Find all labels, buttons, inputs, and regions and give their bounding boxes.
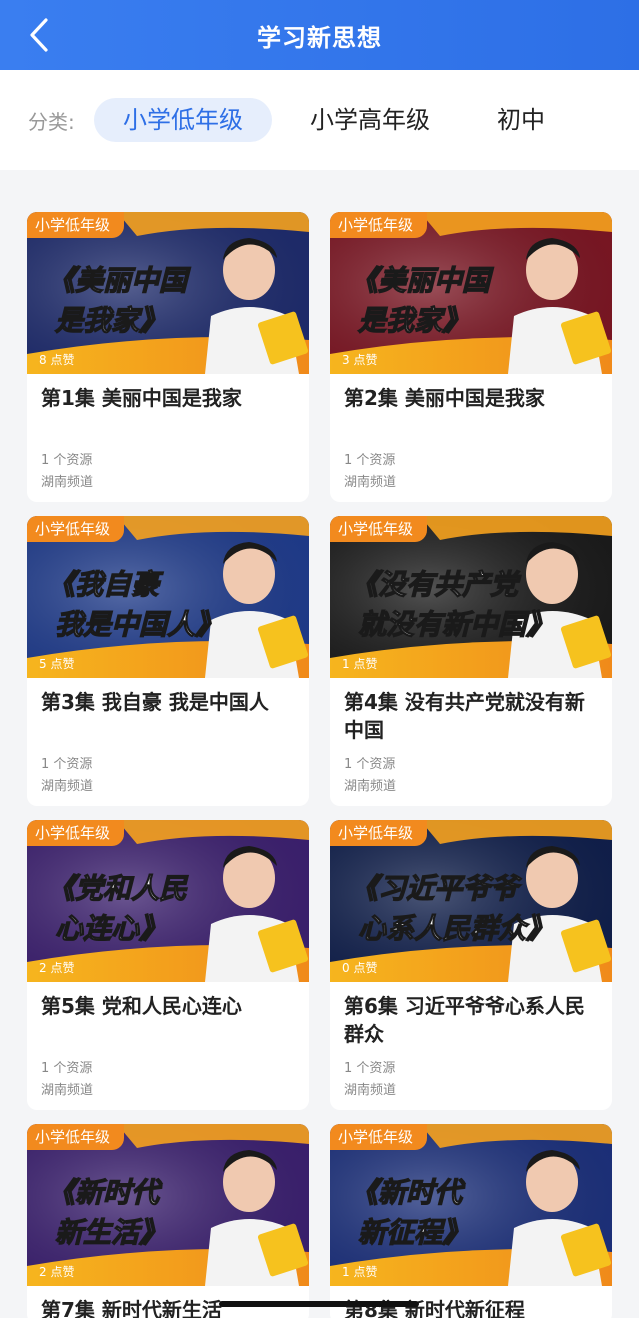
category-label: 分类: bbox=[28, 110, 75, 134]
svg-text:新征程》: 新征程》 bbox=[358, 1217, 470, 1248]
resource-count: 1 个资源 bbox=[41, 1061, 93, 1076]
svg-text:心连心》: 心连心》 bbox=[55, 913, 167, 944]
category-tag: 小学低年级 bbox=[330, 820, 428, 846]
svg-text:心系人民群众》: 心系人民群众》 bbox=[358, 913, 554, 944]
svg-text:《新时代: 《新时代 bbox=[350, 1177, 466, 1208]
resource-count: 1 个资源 bbox=[344, 757, 396, 772]
top-bar: 学习新思想 bbox=[0, 0, 639, 70]
like-count: 2 点赞 bbox=[39, 961, 75, 975]
svg-text:新生活》: 新生活》 bbox=[55, 1217, 167, 1248]
svg-text:《党和人民: 《党和人民 bbox=[47, 873, 189, 904]
svg-text:《我自豪: 《我自豪 bbox=[47, 569, 164, 600]
episode-title: 第6集 习近平爷爷心系人民群众 bbox=[344, 994, 585, 1046]
tab-primary-lower[interactable]: 小学低年级 bbox=[94, 98, 272, 142]
category-tag: 小学低年级 bbox=[330, 516, 428, 542]
video-thumbnail: 《党和人民 心连心》 小学低年级 2 点赞 bbox=[27, 820, 309, 982]
svg-text:《习近平爷爷: 《习近平爷爷 bbox=[350, 873, 522, 904]
like-count: 3 点赞 bbox=[342, 353, 378, 367]
video-thumbnail: 《美丽中国 是我家》 小学低年级 3 点赞 bbox=[330, 212, 612, 374]
tab-primary-upper[interactable]: 小学高年级 bbox=[290, 98, 450, 142]
video-card[interactable]: 《新时代 新征程》 小学低年级 1 点赞 第8集 新时代新征程 bbox=[330, 1124, 612, 1318]
source-channel: 湖南频道 bbox=[41, 779, 94, 794]
category-tag: 小学低年级 bbox=[330, 212, 428, 238]
episode-title: 第3集 我自豪 我是中国人 bbox=[41, 690, 269, 714]
source-channel: 湖南频道 bbox=[41, 1083, 94, 1098]
category-tag: 小学低年级 bbox=[27, 820, 125, 846]
like-count: 2 点赞 bbox=[39, 1265, 75, 1279]
video-card[interactable]: 《新时代 新生活》 小学低年级 2 点赞 第7集 新时代新生活 bbox=[27, 1124, 309, 1318]
video-thumbnail: 《美丽中国 是我家》 小学低年级 8 点赞 bbox=[27, 212, 309, 374]
source-channel: 湖南频道 bbox=[344, 779, 397, 794]
like-count: 1 点赞 bbox=[342, 1265, 378, 1279]
svg-text:是我家》: 是我家》 bbox=[54, 305, 167, 336]
like-count: 8 点赞 bbox=[39, 353, 75, 367]
category-tag: 小学低年级 bbox=[27, 212, 125, 238]
category-tag: 小学低年级 bbox=[27, 1124, 125, 1150]
video-thumbnail: 《我自豪 我是中国人》 小学低年级 5 点赞 bbox=[27, 516, 309, 678]
resource-count: 1 个资源 bbox=[344, 453, 396, 468]
back-button[interactable] bbox=[22, 18, 56, 52]
video-card[interactable]: 《美丽中国 是我家》 小学低年级 8 点赞 第1集 美丽中国是我家 1 个资源 … bbox=[27, 212, 309, 502]
source-channel: 湖南频道 bbox=[344, 475, 397, 490]
episode-title: 第1集 美丽中国是我家 bbox=[41, 386, 242, 410]
category-tag: 小学低年级 bbox=[330, 1124, 428, 1150]
video-card[interactable]: 《习近平爷爷 心系人民群众》 小学低年级 0 点赞 第6集 习近平爷爷心系人民群… bbox=[330, 820, 612, 1110]
svg-text:《没有共产党: 《没有共产党 bbox=[350, 569, 522, 600]
page-title: 学习新思想 bbox=[257, 23, 382, 52]
svg-text:就没有新中国》: 就没有新中国》 bbox=[358, 609, 554, 640]
svg-text:《美丽中国: 《美丽中国 bbox=[47, 265, 191, 296]
svg-text:我是中国人》: 我是中国人》 bbox=[55, 609, 223, 640]
resource-count: 1 个资源 bbox=[344, 1061, 396, 1076]
tab-junior-high[interactable]: 初中 bbox=[478, 98, 564, 142]
episode-title: 第2集 美丽中国是我家 bbox=[344, 386, 545, 410]
video-thumbnail: 《新时代 新征程》 小学低年级 1 点赞 bbox=[330, 1124, 612, 1286]
like-count: 5 点赞 bbox=[39, 657, 75, 671]
source-channel: 湖南频道 bbox=[344, 1083, 397, 1098]
video-card[interactable]: 《我自豪 我是中国人》 小学低年级 5 点赞 第3集 我自豪 我是中国人 1 个… bbox=[27, 516, 309, 806]
video-card[interactable]: 《没有共产党 就没有新中国》 小学低年级 1 点赞 第4集 没有共产党就没有新中… bbox=[330, 516, 612, 806]
like-count: 1 点赞 bbox=[342, 657, 378, 671]
episode-title: 第5集 党和人民心连心 bbox=[41, 994, 242, 1018]
video-card[interactable]: 《党和人民 心连心》 小学低年级 2 点赞 第5集 党和人民心连心 1 个资源 … bbox=[27, 820, 309, 1110]
home-indicator bbox=[219, 1301, 419, 1307]
svg-text:《新时代: 《新时代 bbox=[47, 1177, 163, 1208]
back-chevron-icon bbox=[30, 18, 48, 52]
video-thumbnail: 《新时代 新生活》 小学低年级 2 点赞 bbox=[27, 1124, 309, 1286]
resource-count: 1 个资源 bbox=[41, 757, 93, 772]
like-count: 0 点赞 bbox=[342, 961, 378, 975]
resource-count: 1 个资源 bbox=[41, 453, 93, 468]
category-bar: 分类: 小学低年级 小学高年级 初中 bbox=[0, 70, 639, 170]
source-channel: 湖南频道 bbox=[41, 475, 94, 490]
video-thumbnail: 《习近平爷爷 心系人民群众》 小学低年级 0 点赞 bbox=[330, 820, 612, 982]
video-thumbnail: 《没有共产党 就没有新中国》 小学低年级 1 点赞 bbox=[330, 516, 612, 678]
episode-title: 第4集 没有共产党就没有新中国 bbox=[344, 690, 585, 742]
video-card[interactable]: 《美丽中国 是我家》 小学低年级 3 点赞 第2集 美丽中国是我家 1 个资源 … bbox=[330, 212, 612, 502]
svg-text:是我家》: 是我家》 bbox=[357, 305, 470, 336]
svg-text:《美丽中国: 《美丽中国 bbox=[350, 265, 494, 296]
category-tag: 小学低年级 bbox=[27, 516, 125, 542]
